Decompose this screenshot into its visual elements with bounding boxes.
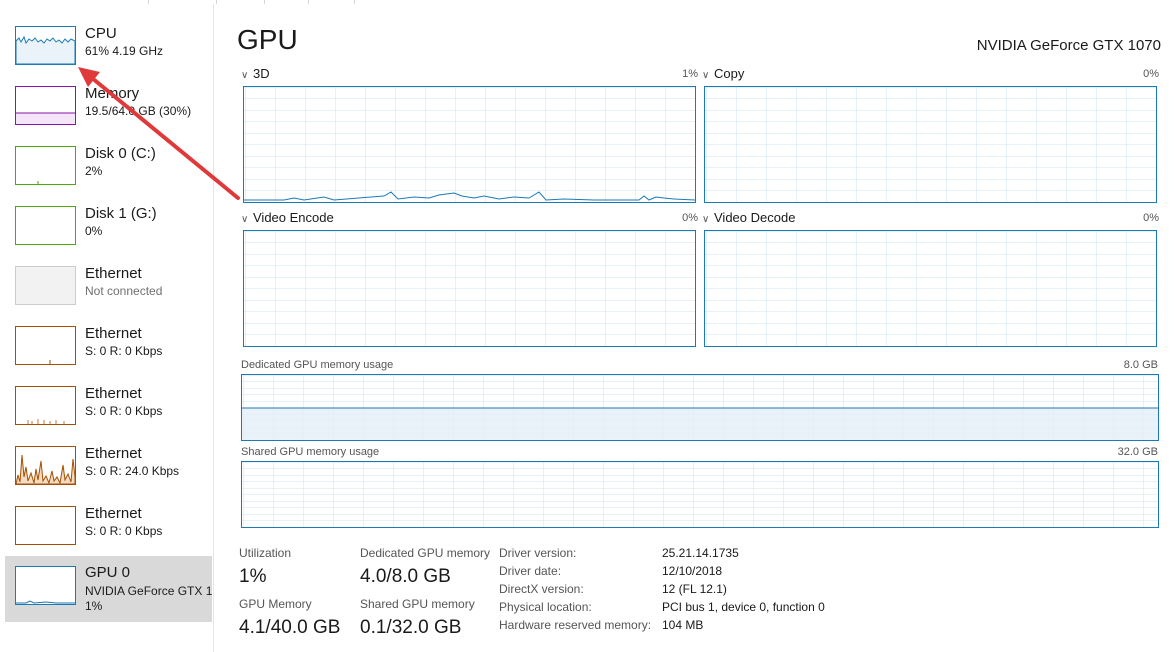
sidebar-item-ethernet[interactable]: Ethernet S: 0 R: 0 Kbps	[5, 382, 212, 442]
engine-graph-video-decode	[704, 230, 1157, 347]
driver-version-value: 25.21.14.1735	[662, 546, 739, 560]
chevron-down-icon: ∨	[702, 70, 710, 81]
sidebar-item-detail: 61% 4.19 GHz	[85, 44, 164, 58]
sidebar-item-gpu-0[interactable]: GPU 0 NVIDIA GeForce GTX 1070 1%	[5, 556, 212, 622]
sidebar-item-detail: 0%	[85, 224, 103, 238]
engine-selector-copy[interactable]: ∨ Copy	[702, 66, 744, 81]
driver-date-value: 12/10/2018	[662, 564, 723, 578]
disk-thumbnail	[15, 146, 76, 185]
sidebar-item-label: Ethernet	[85, 385, 142, 402]
ethernet-thumbnail	[15, 506, 76, 545]
engine-selector-3d[interactable]: ∨ 3D	[241, 66, 270, 81]
sidebar-item-detail: S: 0 R: 0 Kbps	[85, 344, 163, 358]
cpu-thumbnail	[15, 26, 76, 65]
dedicated-memory-stat-label: Dedicated GPU memory	[360, 546, 491, 560]
info-label: DirectX version:	[499, 582, 584, 596]
info-label: Physical location:	[499, 600, 592, 614]
dedicated-memory-graph	[241, 374, 1159, 441]
dedicated-memory-stat-value: 4.0/8.0 GB	[360, 566, 451, 587]
gpu-performance-pane: GPU NVIDIA GeForce GTX 1070 ∨ 3D 1% ∨ Copy…	[214, 4, 1175, 652]
memory-thumbnail	[15, 86, 76, 125]
sidebar-item-detail: S: 0 R: 0 Kbps	[85, 524, 163, 538]
sidebar-item-label: Ethernet	[85, 445, 142, 462]
engine-selector-video-decode[interactable]: ∨ Video Decode	[702, 210, 795, 225]
utilization-label: Utilization	[239, 546, 292, 560]
page-title: GPU	[237, 24, 298, 55]
sidebar-item-disk-0[interactable]: Disk 0 (C:) 2%	[5, 142, 212, 202]
gpu-memory-value: 4.1/40.0 GB	[239, 617, 341, 638]
utilization-value: 1%	[239, 566, 267, 587]
engine-name: Video Decode	[714, 210, 796, 225]
sidebar-item-cpu[interactable]: CPU 61% 4.19 GHz	[5, 22, 212, 82]
chevron-down-icon: ∨	[241, 214, 249, 225]
sidebar-item-label: GPU 0	[85, 564, 131, 581]
sidebar-item-detail: NVIDIA GeForce GTX 1070	[85, 584, 212, 598]
info-label: Driver date:	[499, 564, 562, 578]
shared-memory-stat-label: Shared GPU memory	[360, 597, 475, 611]
engine-graph-3d	[243, 86, 696, 203]
sidebar-item-detail: 2%	[85, 164, 103, 178]
info-label: Driver version:	[499, 546, 577, 560]
sidebar-item-ethernet[interactable]: Ethernet S: 0 R: 0 Kbps	[5, 322, 212, 382]
sidebar-item-detail: Not connected	[85, 284, 163, 298]
sidebar-item-ethernet[interactable]: Ethernet S: 0 R: 24.0 Kbps	[5, 442, 212, 502]
sidebar-item-disk-1[interactable]: Disk 1 (G:) 0%	[5, 202, 212, 262]
engine-percent: 1%	[682, 68, 698, 80]
ethernet-thumbnail	[15, 266, 76, 305]
shared-memory-label: Shared GPU memory usage	[241, 446, 380, 458]
engine-graph-video-encode	[243, 230, 696, 347]
chevron-down-icon: ∨	[702, 214, 710, 225]
info-label: Hardware reserved memory:	[499, 618, 652, 632]
sidebar-item-label: Disk 1 (G:)	[85, 205, 157, 222]
engine-percent: 0%	[1143, 212, 1159, 224]
dedicated-memory-max: 8.0 GB	[1123, 359, 1158, 371]
shared-memory-stat-value: 0.1/32.0 GB	[360, 617, 462, 638]
gpu-thumbnail	[15, 566, 76, 605]
gpu-memory-label: GPU Memory	[239, 597, 312, 611]
ethernet-thumbnail	[15, 326, 76, 365]
disk-thumbnail	[15, 206, 76, 245]
sidebar-item-label: Ethernet	[85, 505, 142, 522]
engine-name: 3D	[253, 66, 270, 81]
engine-name: Copy	[714, 66, 745, 81]
directx-version-value: 12 (FL 12.1)	[662, 582, 727, 596]
sidebar-item-label: Memory	[85, 85, 140, 102]
engine-selector-video-encode[interactable]: ∨ Video Encode	[241, 210, 334, 225]
ethernet-thumbnail	[15, 446, 76, 485]
sidebar-item-detail: S: 0 R: 0 Kbps	[85, 404, 163, 418]
dedicated-memory-label: Dedicated GPU memory usage	[241, 359, 394, 371]
sidebar-item-ethernet[interactable]: Ethernet S: 0 R: 0 Kbps	[5, 502, 212, 562]
engine-graph-copy	[704, 86, 1157, 203]
ethernet-thumbnail	[15, 386, 76, 425]
sidebar-item-label: Ethernet	[85, 325, 142, 342]
shared-memory-graph	[241, 461, 1159, 528]
engine-percent: 0%	[1143, 68, 1159, 80]
physical-location-value: PCI bus 1, device 0, function 0	[662, 600, 825, 614]
sidebar-item-label: Ethernet	[85, 265, 142, 282]
chevron-down-icon: ∨	[241, 70, 249, 81]
sidebar-item-memory[interactable]: Memory 19.5/64.0 GB (30%)	[5, 82, 212, 142]
sidebar-item-label: Disk 0 (C:)	[85, 145, 156, 162]
shared-memory-max: 32.0 GB	[1117, 446, 1158, 458]
sidebar-item-ethernet[interactable]: Ethernet Not connected	[5, 262, 212, 322]
engine-name: Video Encode	[253, 210, 334, 225]
reserved-memory-value: 104 MB	[662, 618, 704, 632]
engine-percent: 0%	[682, 212, 698, 224]
sidebar-item-detail: 19.5/64.0 GB (30%)	[85, 104, 192, 118]
sidebar-item-detail: S: 0 R: 24.0 Kbps	[85, 464, 180, 478]
gpu-model-name: NVIDIA GeForce GTX 1070	[976, 37, 1161, 54]
sidebar-item-label: CPU	[85, 25, 117, 42]
sidebar-item-usage: 1%	[85, 599, 103, 613]
sidebar: CPU 61% 4.19 GHz Memory 19.5/64.0 GB (30…	[0, 4, 214, 652]
